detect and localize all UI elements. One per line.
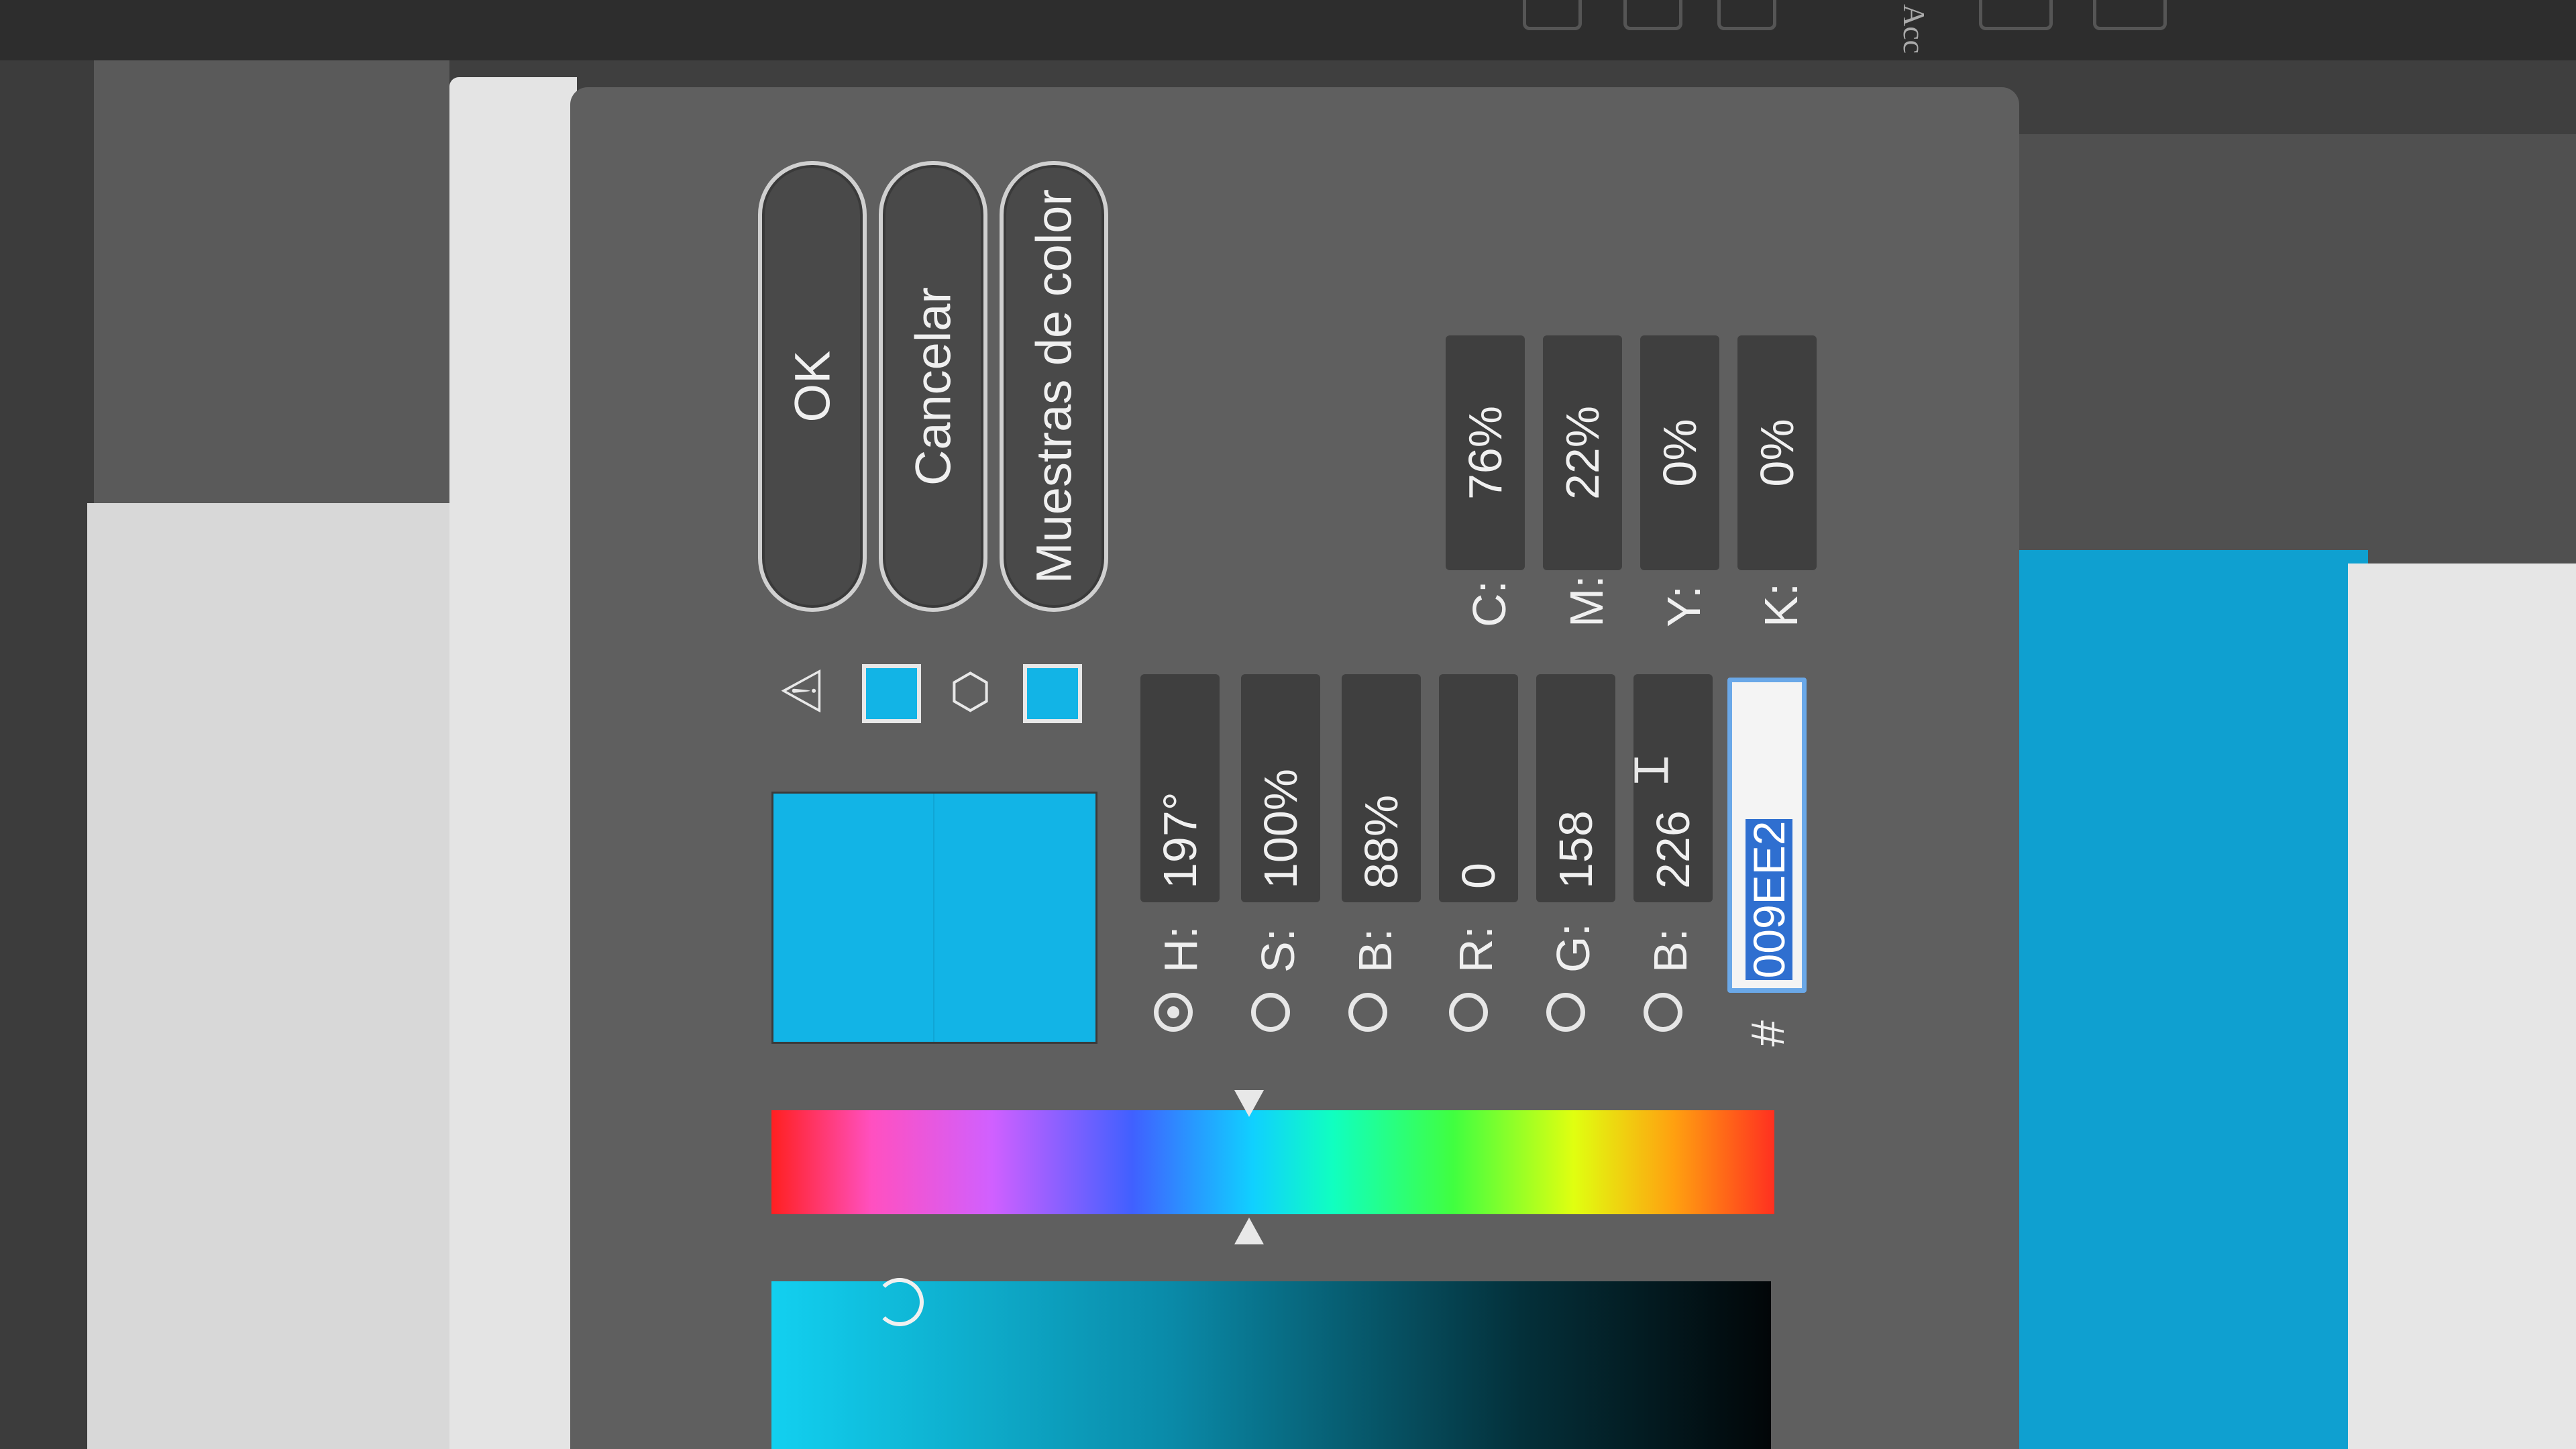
gamut-color-swatch[interactable] bbox=[862, 664, 921, 723]
hex-selection: 009EE2 bbox=[1744, 819, 1794, 980]
saturation-value: 100% bbox=[1254, 768, 1307, 889]
blue-value: 226 bbox=[1647, 810, 1699, 889]
radio-brightness[interactable] bbox=[1348, 993, 1387, 1032]
hue-slider-marker-bottom[interactable] bbox=[1234, 1218, 1264, 1244]
color-swatches-button[interactable]: Muestras de color bbox=[1000, 161, 1108, 612]
green-value: 158 bbox=[1550, 810, 1602, 889]
label-blue: B: bbox=[1644, 928, 1697, 973]
black-field[interactable]: 0% bbox=[1737, 335, 1817, 570]
label-cyan: C: bbox=[1463, 580, 1515, 627]
magenta-field[interactable]: 22% bbox=[1543, 335, 1622, 570]
screen: Acc OK Cancelar Muestras de color ⚠ ⬡ H:… bbox=[0, 0, 2576, 1449]
menu-label-acc: Acc bbox=[1897, 4, 1931, 54]
warning-triangle-icon[interactable]: ⚠ bbox=[772, 667, 832, 715]
right-grey-panel bbox=[2019, 134, 2576, 570]
green-field[interactable]: 158 bbox=[1536, 674, 1615, 902]
color-field-cursor[interactable] bbox=[875, 1278, 924, 1326]
web-safe-color-swatch[interactable] bbox=[1023, 664, 1082, 723]
hue-slider-marker-top[interactable] bbox=[1234, 1090, 1264, 1117]
ok-button[interactable]: OK bbox=[758, 161, 867, 612]
menu-checkbox-1[interactable] bbox=[1523, 0, 1582, 30]
color-swatches-button-label: Muestras de color bbox=[1026, 189, 1082, 584]
yellow-value: 0% bbox=[1654, 419, 1706, 487]
brightness-value: 88% bbox=[1355, 794, 1407, 889]
radio-green[interactable] bbox=[1546, 993, 1585, 1032]
radio-hue[interactable] bbox=[1154, 993, 1193, 1032]
saturation-field[interactable]: 100% bbox=[1241, 674, 1320, 902]
ok-button-label: OK bbox=[784, 350, 841, 423]
left-light-strip bbox=[449, 77, 577, 1449]
label-magenta: M: bbox=[1560, 575, 1613, 627]
text-cursor-icon: Ɪ bbox=[1625, 757, 1678, 784]
menu-box-1[interactable] bbox=[1979, 0, 2053, 30]
menu-checkbox-3[interactable] bbox=[1717, 0, 1776, 30]
preview-divider bbox=[933, 794, 934, 1042]
label-hex: # bbox=[1741, 1020, 1794, 1046]
top-menu-strip: Acc bbox=[0, 0, 2576, 60]
radio-saturation[interactable] bbox=[1251, 993, 1290, 1032]
label-saturation: S: bbox=[1252, 928, 1304, 973]
cyan-value: 76% bbox=[1459, 405, 1511, 500]
red-value: 0 bbox=[1452, 863, 1505, 889]
red-field[interactable]: 0 bbox=[1439, 674, 1518, 902]
left-canvas-area bbox=[87, 503, 449, 1449]
cancel-button-label: Cancelar bbox=[905, 286, 961, 486]
label-brightness: B: bbox=[1349, 928, 1401, 973]
label-yellow: Y: bbox=[1658, 585, 1710, 627]
current-color-preview bbox=[771, 792, 1097, 1044]
menu-checkbox-2[interactable] bbox=[1623, 0, 1682, 30]
radio-red[interactable] bbox=[1449, 993, 1488, 1032]
cube-icon[interactable]: ⬡ bbox=[949, 667, 991, 716]
right-canvas-color-area bbox=[1986, 550, 2368, 1449]
magenta-value: 22% bbox=[1556, 405, 1609, 500]
label-green: G: bbox=[1547, 923, 1599, 973]
left-grey-panel bbox=[94, 60, 449, 503]
cancel-button[interactable]: Cancelar bbox=[879, 161, 987, 612]
label-red: R: bbox=[1450, 926, 1502, 973]
black-value: 0% bbox=[1751, 419, 1803, 487]
label-black: K: bbox=[1755, 582, 1807, 627]
blue-field[interactable]: 226 bbox=[1633, 674, 1713, 902]
label-hue: H: bbox=[1155, 926, 1207, 973]
hex-input[interactable]: 009EE2 bbox=[1727, 678, 1807, 993]
right-light-area bbox=[2348, 564, 2576, 1449]
hue-field[interactable]: 197° bbox=[1140, 674, 1220, 902]
hex-value: 009EE2 bbox=[1744, 820, 1794, 979]
hue-slider[interactable] bbox=[771, 1110, 1774, 1214]
hue-value: 197° bbox=[1154, 792, 1206, 889]
cyan-field[interactable]: 76% bbox=[1446, 335, 1525, 570]
radio-blue[interactable] bbox=[1644, 993, 1682, 1032]
yellow-field[interactable]: 0% bbox=[1640, 335, 1719, 570]
left-dark-panel bbox=[0, 60, 94, 1449]
brightness-field[interactable]: 88% bbox=[1342, 674, 1421, 902]
menu-box-2[interactable] bbox=[2093, 0, 2167, 30]
